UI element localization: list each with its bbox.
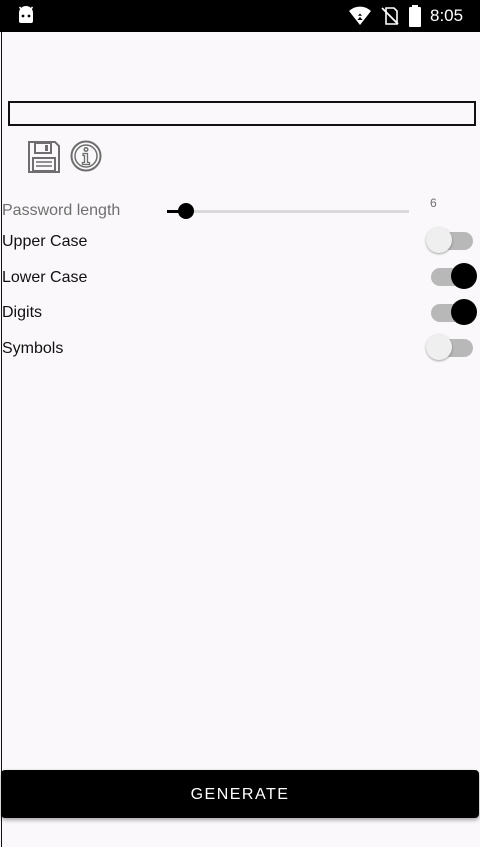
upper-case-label: Upper Case <box>2 233 88 250</box>
symbols-label: Symbols <box>2 340 64 357</box>
digits-label: Digits <box>2 304 43 321</box>
password-length-slider-thumb[interactable] <box>178 203 194 219</box>
info-icon[interactable] <box>70 140 102 172</box>
status-time: 8:05 <box>430 6 464 25</box>
lower-case-switch-knob <box>451 263 477 289</box>
password-length-label: Password length <box>2 202 121 219</box>
symbols-switch[interactable] <box>426 334 473 360</box>
digits-switch-knob <box>451 299 477 325</box>
digits-switch[interactable] <box>431 299 477 325</box>
password-length-value: 6 <box>430 196 437 210</box>
generate-button[interactable]: GENERATE <box>1 770 479 818</box>
save-icon[interactable] <box>27 140 61 174</box>
lower-case-label: Lower Case <box>2 269 88 286</box>
password-output-field[interactable] <box>8 101 476 126</box>
status-bar: 8:05 <box>0 0 480 32</box>
password-length-slider[interactable] <box>167 203 409 219</box>
upper-case-switch-knob <box>426 227 452 253</box>
no-sim-icon <box>381 7 399 25</box>
upper-case-switch[interactable] <box>426 227 473 253</box>
wifi-icon <box>349 6 371 25</box>
lower-case-switch[interactable] <box>431 263 477 289</box>
android-icon <box>18 6 34 23</box>
battery-icon <box>409 5 421 27</box>
symbols-switch-knob <box>426 334 452 360</box>
